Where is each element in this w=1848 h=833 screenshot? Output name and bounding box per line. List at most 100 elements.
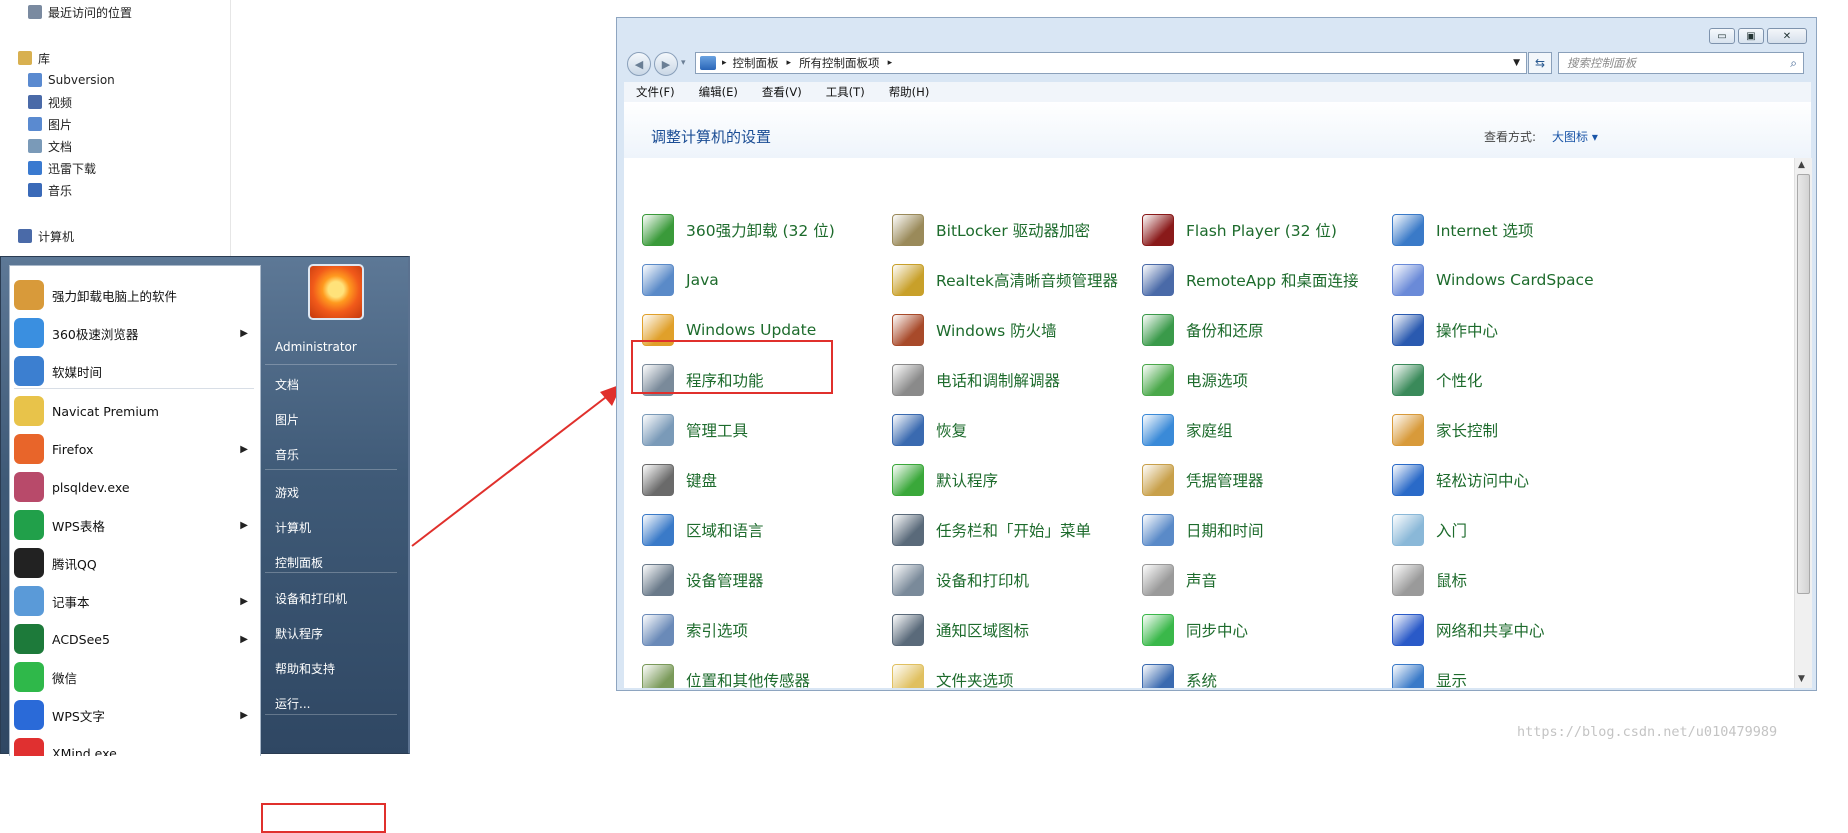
- cp-item-credential-manager[interactable]: 凭据管理器: [1142, 464, 1392, 496]
- cp-item-personalization[interactable]: 个性化: [1392, 364, 1642, 396]
- cp-item-parental-controls[interactable]: 家长控制: [1392, 414, 1642, 446]
- menu-file[interactable]: 文件(F): [636, 84, 675, 100]
- submenu-arrow-icon[interactable]: ▶: [240, 328, 248, 339]
- forward-button[interactable]: ▶: [654, 52, 678, 76]
- user-name[interactable]: Administrator: [275, 340, 357, 354]
- cp-item-display[interactable]: 显示: [1392, 664, 1642, 688]
- submenu-arrow-icon[interactable]: ▶: [240, 444, 248, 455]
- start-menu-link[interactable]: 计算机: [275, 519, 311, 536]
- cp-item-remote-desktop[interactable]: RemoteApp 和桌面连接: [1142, 264, 1392, 296]
- nav-item[interactable]: 计算机: [18, 226, 74, 246]
- maximize-button[interactable]: ▣: [1738, 28, 1764, 44]
- cp-item-location-sensors[interactable]: 位置和其他传感器: [642, 664, 892, 688]
- close-button[interactable]: ✕: [1767, 28, 1807, 44]
- submenu-arrow-icon[interactable]: ▶: [240, 596, 248, 607]
- scroll-down-icon[interactable]: ▼: [1798, 674, 1805, 684]
- cp-item-power-options[interactable]: 电源选项: [1142, 364, 1392, 396]
- cp-item-getting-started[interactable]: 入门: [1392, 514, 1642, 546]
- address-dropdown-icon[interactable]: ▼: [1513, 58, 1520, 68]
- menu-view[interactable]: 查看(V): [762, 84, 802, 100]
- cp-item-action-center-flag[interactable]: 操作中心: [1392, 314, 1642, 346]
- nav-item[interactable]: 最近访问的位置: [28, 2, 132, 22]
- menu-edit[interactable]: 编辑(E): [699, 84, 738, 100]
- cp-item-recovery[interactable]: 恢复: [892, 414, 1142, 446]
- vertical-scrollbar[interactable]: ▲ ▼: [1794, 158, 1812, 688]
- start-menu-link[interactable]: 控制面板: [275, 554, 323, 571]
- cp-item-admin-tools[interactable]: 管理工具: [642, 414, 892, 446]
- cp-item-flash[interactable]: Flash Player (32 位): [1142, 214, 1392, 246]
- start-menu-link[interactable]: 音乐: [275, 446, 299, 463]
- start-menu-program[interactable]: 360极速浏览器 ▶: [10, 315, 260, 351]
- cp-item-network-sharing[interactable]: 网络和共享中心: [1392, 614, 1642, 646]
- cp-item-date-time[interactable]: 日期和时间: [1142, 514, 1392, 546]
- start-menu-program[interactable]: 微信: [10, 659, 260, 695]
- start-menu-program[interactable]: ACDSee5 ▶: [10, 621, 260, 657]
- menu-help[interactable]: 帮助(H): [889, 84, 930, 100]
- cp-item-bitlocker-key[interactable]: BitLocker 驱动器加密: [892, 214, 1142, 246]
- cp-item-device-manager[interactable]: 设备管理器: [642, 564, 892, 596]
- cp-item-indexing[interactable]: 索引选项: [642, 614, 892, 646]
- cp-item-notification-area[interactable]: 通知区域图标: [892, 614, 1142, 646]
- breadcrumb-all-items[interactable]: 所有控制面板项: [799, 55, 880, 71]
- cp-item-region-language[interactable]: 区域和语言: [642, 514, 892, 546]
- breadcrumb-control-panel[interactable]: 控制面板: [733, 55, 779, 71]
- submenu-arrow-icon[interactable]: ▶: [240, 520, 248, 531]
- cp-item-devices-printers[interactable]: 设备和打印机: [892, 564, 1142, 596]
- submenu-arrow-icon[interactable]: ▶: [240, 634, 248, 645]
- cp-item-ease-of-access[interactable]: 轻松访问中心: [1392, 464, 1642, 496]
- menu-tools[interactable]: 工具(T): [826, 84, 865, 100]
- cp-item-uninstaller[interactable]: 360强力卸载 (32 位): [642, 214, 892, 246]
- cp-item-sync-center[interactable]: 同步中心: [1142, 614, 1392, 646]
- view-by-dropdown[interactable]: 大图标 ▾: [1552, 128, 1598, 145]
- cp-item-phone-modem[interactable]: 电话和调制解调器: [892, 364, 1142, 396]
- cp-item-internet-globe[interactable]: Internet 选项: [1392, 214, 1642, 246]
- start-menu-program[interactable]: 软媒时间: [10, 353, 260, 389]
- scroll-thumb[interactable]: [1797, 174, 1810, 594]
- user-avatar[interactable]: [308, 264, 364, 320]
- cp-item-java[interactable]: Java: [642, 264, 892, 296]
- cp-item-audio-manager[interactable]: Realtek高清晰音频管理器: [892, 264, 1142, 296]
- nav-item[interactable]: 文档: [28, 136, 72, 156]
- cp-item-folder-options[interactable]: 文件夹选项: [892, 664, 1142, 688]
- start-menu-program[interactable]: Navicat Premium: [10, 393, 260, 429]
- back-button[interactable]: ◀: [627, 52, 651, 76]
- nav-item[interactable]: 视频: [28, 92, 72, 112]
- cp-item-sound[interactable]: 声音: [1142, 564, 1392, 596]
- start-menu-program[interactable]: Firefox ▶: [10, 431, 260, 467]
- cp-item-mouse[interactable]: 鼠标: [1392, 564, 1642, 596]
- start-menu-program[interactable]: plsqldev.exe: [10, 469, 260, 505]
- start-menu-link[interactable]: 帮助和支持: [275, 660, 335, 677]
- cp-item-homegroup[interactable]: 家庭组: [1142, 414, 1392, 446]
- scroll-up-icon[interactable]: ▲: [1798, 160, 1805, 170]
- search-input[interactable]: 搜索控制面板 ⌕: [1558, 52, 1804, 74]
- address-bar[interactable]: ▸ 控制面板 ▸ 所有控制面板项 ▸ ▼: [695, 52, 1527, 74]
- cp-item-system[interactable]: 系统: [1142, 664, 1392, 688]
- nav-item[interactable]: 音乐: [28, 180, 72, 200]
- cp-item-backup[interactable]: 备份和还原: [1142, 314, 1392, 346]
- nav-item[interactable]: 库: [18, 48, 50, 68]
- start-menu-link[interactable]: 文档: [275, 376, 299, 393]
- cp-item-keyboard[interactable]: 键盘: [642, 464, 892, 496]
- cp-item-taskbar[interactable]: 任务栏和「开始」菜单: [892, 514, 1142, 546]
- start-menu-program[interactable]: 强力卸载电脑上的软件: [10, 277, 260, 313]
- submenu-arrow-icon[interactable]: ▶: [240, 710, 248, 721]
- start-menu-program[interactable]: XMind.exe: [10, 735, 260, 756]
- nav-item[interactable]: 迅雷下载: [28, 158, 96, 178]
- start-menu-program[interactable]: 腾讯QQ: [10, 545, 260, 581]
- cp-item-firewall[interactable]: Windows 防火墙: [892, 314, 1142, 346]
- start-menu-link[interactable]: 游戏: [275, 484, 299, 501]
- minimize-button[interactable]: ▭: [1709, 28, 1735, 44]
- nav-item[interactable]: Subversion: [28, 70, 115, 90]
- start-menu-link[interactable]: 默认程序: [275, 625, 323, 642]
- cp-item-cardspace[interactable]: Windows CardSpace: [1392, 264, 1642, 296]
- cp-item-default-programs[interactable]: 默认程序: [892, 464, 1142, 496]
- refresh-button[interactable]: ⇆: [1528, 52, 1552, 74]
- nav-item[interactable]: 图片: [28, 114, 72, 134]
- start-menu-program[interactable]: 记事本 ▶: [10, 583, 260, 619]
- search-icon[interactable]: ⌕: [1790, 56, 1797, 71]
- start-menu-link[interactable]: 设备和打印机: [275, 590, 347, 607]
- start-menu-program[interactable]: WPS文字 ▶: [10, 697, 260, 733]
- start-menu-link[interactable]: 运行...: [275, 695, 310, 712]
- start-menu-link[interactable]: 图片: [275, 411, 299, 428]
- recent-pages-chevron-icon[interactable]: ▾: [681, 58, 686, 68]
